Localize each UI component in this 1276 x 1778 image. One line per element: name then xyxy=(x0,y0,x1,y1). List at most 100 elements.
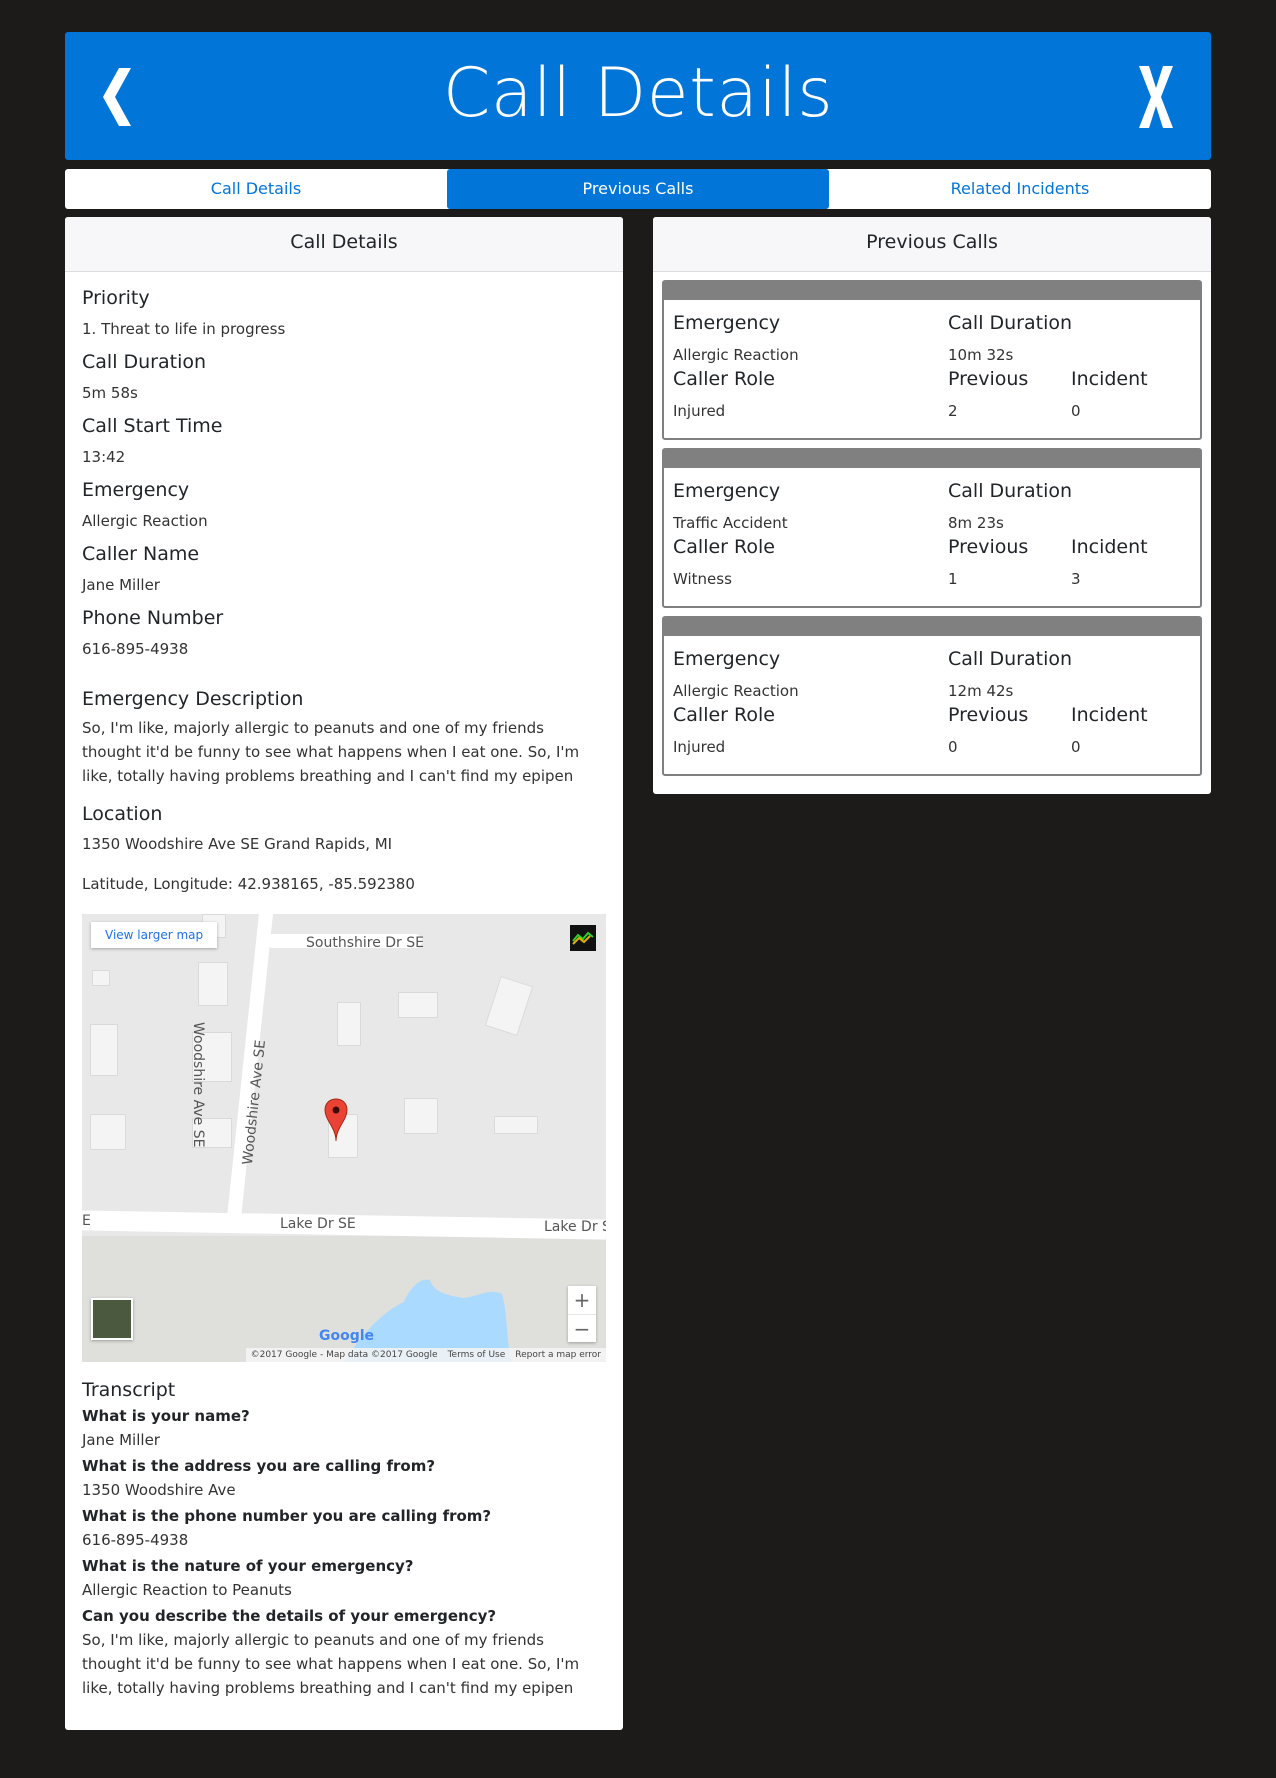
map-road-label: E xyxy=(82,1213,91,1229)
caller-role-value: Witness xyxy=(673,570,732,588)
emergency-value: Allergic Reaction xyxy=(673,346,799,364)
tab-call-details[interactable]: Call Details xyxy=(65,169,447,209)
caller-name-label: Caller Name xyxy=(82,543,200,565)
transcript-answer: Jane Miller xyxy=(82,1431,160,1449)
location-label: Location xyxy=(82,803,163,825)
priority-value: 1. Threat to life in progress xyxy=(82,320,286,338)
map-building xyxy=(198,962,228,1006)
terms-of-use-link[interactable]: Terms of Use xyxy=(448,1350,506,1360)
previous-value: 2 xyxy=(948,402,958,420)
incident-label: Incident xyxy=(1071,536,1148,558)
caller-role-value: Injured xyxy=(673,402,726,420)
call-start-time-label: Call Start Time xyxy=(82,415,223,437)
call-duration-label: Call Duration xyxy=(82,351,207,373)
transcript-question: What is the address you are calling from… xyxy=(82,1457,436,1475)
map-building xyxy=(404,1098,438,1134)
google-logo: Google xyxy=(319,1328,375,1344)
call-duration-label: Call Duration xyxy=(948,648,1073,670)
caller-role-label: Caller Role xyxy=(673,704,775,726)
transcript-answer: Allergic Reaction to Peanuts xyxy=(82,1581,292,1599)
previous-call-card[interactable]: Emergency Call Duration Allergic Reactio… xyxy=(662,616,1202,776)
emergency-value: Allergic Reaction xyxy=(673,682,799,700)
previous-label: Previous xyxy=(948,536,1029,558)
transcript-answer: 1350 Woodshire Ave xyxy=(82,1481,236,1499)
incident-value: 0 xyxy=(1071,738,1081,756)
location-address: 1350 Woodshire Ave SE Grand Rapids, MI xyxy=(82,835,393,853)
map-building xyxy=(494,1116,538,1134)
map-attribution: ©2017 Google - Map data ©2017 Google Ter… xyxy=(245,1348,606,1362)
emergency-label: Emergency xyxy=(673,312,781,334)
transcript-question: What is your name? xyxy=(82,1407,250,1425)
previous-value: 1 xyxy=(948,570,958,588)
close-button[interactable] xyxy=(1125,62,1185,132)
map-zoom-control: + − xyxy=(568,1286,596,1342)
satellite-toggle-button[interactable] xyxy=(91,1298,133,1340)
tab-previous-calls[interactable]: Previous Calls xyxy=(447,169,829,209)
phone-number-value: 616-895-4938 xyxy=(82,640,189,658)
location-map[interactable]: Southshire Dr SE Woodshire Ave SE Woodsh… xyxy=(82,914,606,1362)
previous-call-card[interactable]: Emergency Call Duration Traffic Accident… xyxy=(662,448,1202,608)
caller-role-label: Caller Role xyxy=(673,368,775,390)
emergency-label: Emergency xyxy=(82,479,190,501)
transcript-answer: So, I'm like, majorly allergic to peanut… xyxy=(82,1631,580,1697)
emergency-description-label: Emergency Description xyxy=(82,688,304,710)
zoom-out-button[interactable]: − xyxy=(568,1314,596,1342)
emergency-value: Allergic Reaction xyxy=(82,512,208,530)
close-x-icon xyxy=(1139,66,1173,128)
phone-number-label: Phone Number xyxy=(82,607,224,629)
view-larger-map-link[interactable]: View larger map xyxy=(91,922,218,948)
call-duration-value: 10m 32s xyxy=(948,346,1014,364)
caller-name-value: Jane Miller xyxy=(82,576,160,594)
previous-calls-card-title: Previous Calls xyxy=(653,217,1211,272)
map-data-attribution: ©2017 Google - Map data ©2017 Google xyxy=(250,1350,438,1360)
call-duration-value: 12m 42s xyxy=(948,682,1014,700)
map-road-label: Lake Dr SE xyxy=(280,1216,356,1232)
emergency-label: Emergency xyxy=(673,648,781,670)
transcript-label: Transcript xyxy=(82,1379,176,1401)
fullscreen-icon[interactable] xyxy=(570,925,596,951)
previous-label: Previous xyxy=(948,704,1029,726)
previous-call-header-bar xyxy=(664,450,1200,468)
previous-value: 0 xyxy=(948,738,958,756)
zoom-in-button[interactable]: + xyxy=(568,1286,596,1314)
priority-label: Priority xyxy=(82,287,150,309)
caller-role-value: Injured xyxy=(673,738,726,756)
call-details-card: Call Details Priority 1. Threat to life … xyxy=(65,217,623,1730)
incident-label: Incident xyxy=(1071,704,1148,726)
map-building xyxy=(484,976,534,1036)
transcript-answer: 616-895-4938 xyxy=(82,1531,189,1549)
tab-bar: Call Details Previous Calls Related Inci… xyxy=(65,169,1211,209)
call-duration-value: 5m 58s xyxy=(82,384,138,402)
emergency-value: Traffic Accident xyxy=(673,514,788,532)
previous-call-header-bar xyxy=(664,618,1200,636)
transcript-question: What is the nature of your emergency? xyxy=(82,1557,414,1575)
map-building xyxy=(398,992,438,1018)
transcript-question: What is the phone number you are calling… xyxy=(82,1507,492,1525)
map-building xyxy=(337,1002,361,1046)
tab-related-incidents[interactable]: Related Incidents xyxy=(829,169,1211,209)
map-building xyxy=(90,1114,126,1150)
map-road-label: Southshire Dr SE xyxy=(306,935,424,951)
previous-call-header-bar xyxy=(664,282,1200,300)
previous-call-card[interactable]: Emergency Call Duration Allergic Reactio… xyxy=(662,280,1202,440)
app-header: Call Details xyxy=(65,32,1211,160)
incident-value: 0 xyxy=(1071,402,1081,420)
location-coordinates: Latitude, Longitude: 42.938165, -85.5923… xyxy=(82,875,415,893)
caller-role-label: Caller Role xyxy=(673,536,775,558)
previous-label: Previous xyxy=(948,368,1029,390)
map-road-label: Lake Dr S xyxy=(544,1219,606,1235)
call-duration-label: Call Duration xyxy=(948,480,1073,502)
call-details-card-title: Call Details xyxy=(65,217,623,272)
emergency-label: Emergency xyxy=(673,480,781,502)
page-title: Call Details xyxy=(442,54,834,133)
report-map-error-link[interactable]: Report a map error xyxy=(515,1350,601,1360)
map-building xyxy=(92,970,110,986)
emergency-description-text: So, I'm like, majorly allergic to peanut… xyxy=(82,719,580,785)
previous-calls-card: Previous Calls Emergency Call Duration A… xyxy=(653,217,1211,794)
call-start-time-value: 13:42 xyxy=(82,448,126,466)
transcript-question: Can you describe the details of your eme… xyxy=(82,1607,497,1625)
map-road-label: Woodshire Ave SE xyxy=(190,1022,206,1148)
call-duration-value: 8m 23s xyxy=(948,514,1004,532)
map-pin-icon[interactable] xyxy=(324,1098,348,1142)
map-building xyxy=(90,1024,118,1076)
